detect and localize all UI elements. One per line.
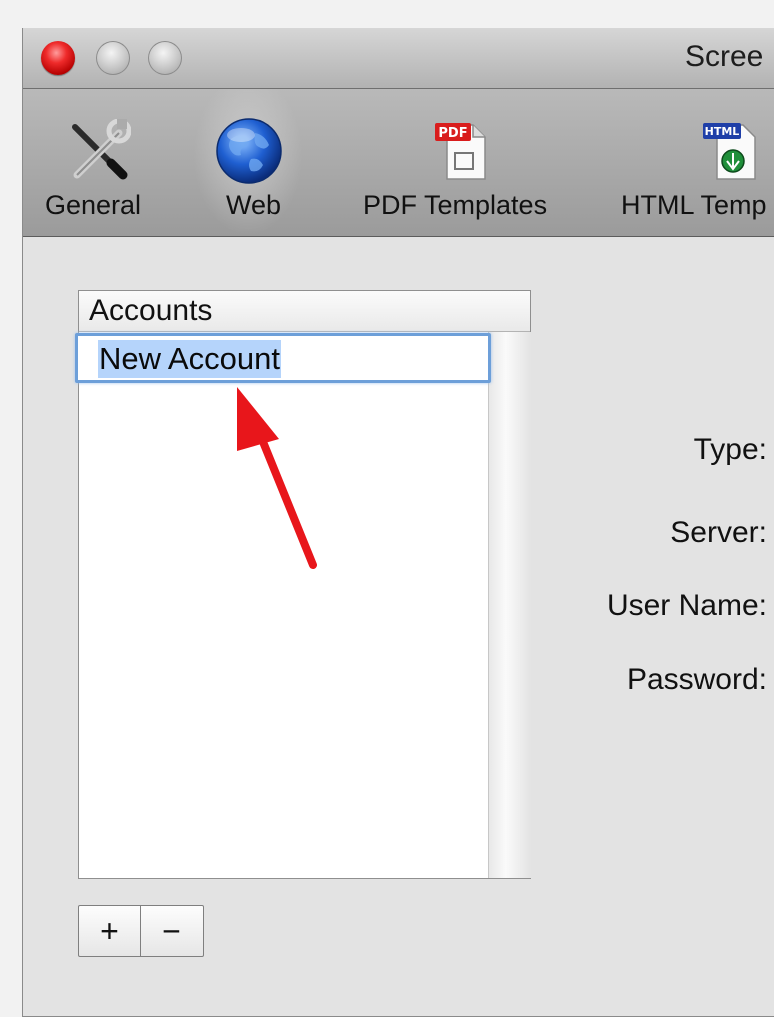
password-label: Password:: [626, 663, 767, 696]
toolbar-label-pdf-templates: PDF Templates: [363, 190, 548, 220]
globe-icon: [216, 118, 282, 184]
accounts-header-label: Accounts: [89, 294, 213, 327]
type-label: Type:: [693, 433, 767, 466]
toolbar-item-web[interactable]: Web: [193, 89, 303, 236]
account-name-selected-text[interactable]: New Account: [98, 340, 281, 378]
svg-text:PDF: PDF: [438, 126, 467, 141]
toolbar-label-html-templates: HTML Temp: [621, 190, 767, 220]
accounts-vertical-scrollbar[interactable]: [488, 332, 531, 878]
minimize-window-button[interactable]: [96, 41, 130, 75]
annotation-arrow-icon: [237, 387, 317, 569]
toolbar-item-general[interactable]: General: [23, 89, 173, 236]
account-name-edit-field[interactable]: New Account: [75, 333, 491, 383]
tools-icon: [72, 119, 131, 180]
toolbar-label-web: Web: [226, 190, 282, 220]
preferences-toolbar: General Web PDF PDF Templates HTML HTML …: [23, 89, 774, 237]
zoom-window-button[interactable]: [148, 41, 182, 75]
add-account-button[interactable]: +: [79, 906, 141, 956]
title-bar[interactable]: Scree: [23, 28, 774, 89]
account-add-remove-buttons: + −: [78, 905, 204, 957]
remove-account-button[interactable]: −: [141, 906, 202, 956]
toolbar-item-html-templates[interactable]: HTML HTML Temp: [618, 89, 774, 236]
window-title: Scree: [685, 40, 764, 73]
preferences-window: Scree General Web PDF PDF Templates HTML…: [22, 28, 774, 1017]
user-name-label: User Name:: [606, 589, 767, 622]
server-label: Server:: [670, 516, 767, 549]
svg-text:HTML: HTML: [705, 125, 740, 138]
toolbar-label-general: General: [45, 190, 142, 220]
html-document-icon: HTML: [703, 123, 756, 180]
accounts-table[interactable]: Accounts New Account: [75, 290, 531, 879]
web-preferences-pane: Accounts New Account Type: Server: User …: [23, 237, 774, 1016]
close-window-button[interactable]: [41, 41, 75, 75]
pdf-document-icon: PDF: [435, 123, 486, 180]
accounts-column-header[interactable]: Accounts: [79, 291, 530, 332]
toolbar-item-pdf-templates[interactable]: PDF PDF Templates: [353, 89, 583, 236]
